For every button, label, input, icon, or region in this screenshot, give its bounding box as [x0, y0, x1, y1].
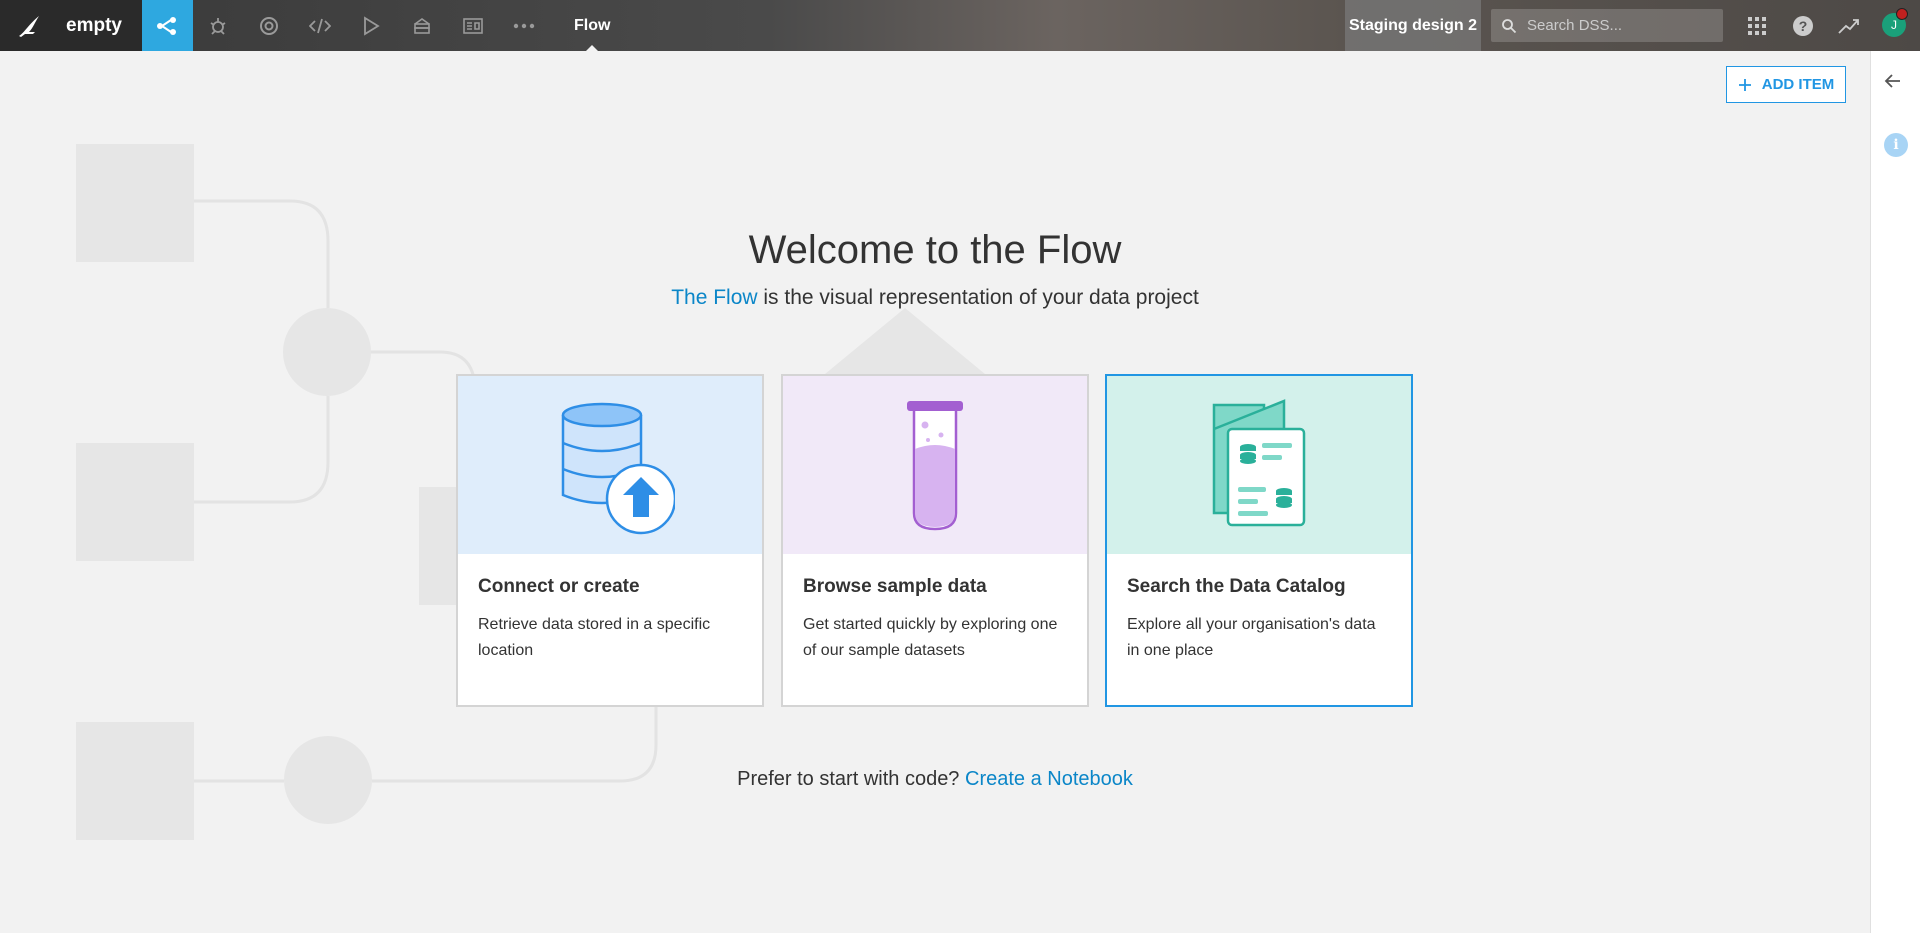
add-item-label: ADD ITEM — [1761, 76, 1835, 93]
create-notebook-link[interactable]: Create a Notebook — [965, 768, 1133, 790]
run-icon — [364, 15, 381, 36]
wiki-icon — [463, 17, 484, 34]
trending-icon — [1838, 18, 1859, 34]
nav-lifecycle-button[interactable] — [244, 0, 295, 51]
nav-wiki-button[interactable] — [448, 0, 499, 51]
data-catalog-icon — [1212, 399, 1306, 527]
nav-run-button[interactable] — [346, 0, 397, 51]
search-input[interactable] — [1527, 17, 1717, 34]
collapse-panel-button[interactable] — [1884, 73, 1902, 94]
activity-button[interactable] — [1827, 0, 1871, 51]
dataiku-logo[interactable] — [0, 0, 60, 51]
nav-flow-button[interactable] — [141, 0, 193, 51]
nav-more-button[interactable] — [499, 0, 550, 51]
browse-sample-data-card[interactable]: Browse sample data Get started quickly b… — [781, 374, 1089, 707]
welcome-subtitle: The Flow is the visual representation of… — [0, 286, 1870, 310]
nav-code-button[interactable] — [295, 0, 346, 51]
card-title: Browse sample data — [803, 576, 987, 597]
subtitle-text: is the visual representation of your dat… — [757, 286, 1199, 309]
grid-icon — [1748, 16, 1766, 35]
the-flow-link[interactable]: The Flow — [671, 286, 757, 309]
card-illustration — [783, 376, 1087, 554]
notification-dot — [1896, 8, 1908, 20]
card-description: Retrieve data stored in a specific locat… — [478, 616, 711, 659]
card-title: Search the Data Catalog — [1127, 576, 1346, 597]
nav-recipes-button[interactable] — [193, 0, 244, 51]
database-upload-icon — [561, 402, 675, 535]
nav-dashboards-button[interactable] — [397, 0, 448, 51]
help-button[interactable]: ? — [1781, 0, 1825, 51]
dashboards-icon — [414, 17, 431, 34]
current-view-label[interactable]: Flow — [574, 0, 610, 51]
search-icon — [1502, 18, 1517, 33]
card-title: Connect or create — [478, 576, 640, 597]
flow-icon — [157, 16, 177, 35]
card-description: Explore all your organisation's data in … — [1127, 616, 1376, 659]
card-illustration — [458, 376, 762, 554]
instance-name[interactable]: Staging design 2 — [1345, 0, 1481, 51]
code-icon — [309, 18, 332, 33]
card-description: Get started quickly by exploring one of … — [803, 616, 1058, 659]
test-tube-icon — [907, 401, 963, 531]
info-icon[interactable]: i — [1884, 133, 1908, 157]
help-icon: ? — [1793, 15, 1813, 36]
right-side-panel: i — [1870, 51, 1920, 933]
arrow-left-icon — [1884, 74, 1900, 88]
welcome-title: Welcome to the Flow — [748, 228, 1122, 272]
card-illustration — [1107, 376, 1411, 554]
bird-logo-icon — [19, 15, 39, 37]
notebook-prompt: Prefer to start with code? Create a Note… — [0, 768, 1870, 791]
apps-menu-button[interactable] — [1735, 0, 1779, 51]
plus-icon — [1738, 78, 1751, 91]
lifecycle-icon — [260, 16, 279, 35]
recipes-icon — [210, 17, 226, 35]
notebook-prompt-text: Prefer to start with code? — [737, 768, 965, 790]
more-icon — [514, 23, 535, 28]
search-box[interactable] — [1491, 9, 1723, 42]
svg-text:?: ? — [1799, 18, 1808, 34]
connect-or-create-card[interactable]: Connect or create Retrieve data stored i… — [456, 374, 764, 707]
project-name[interactable]: empty — [60, 0, 142, 51]
add-item-button[interactable]: ADD ITEM — [1726, 66, 1846, 103]
search-data-catalog-card[interactable]: Search the Data Catalog Explore all your… — [1105, 374, 1413, 707]
